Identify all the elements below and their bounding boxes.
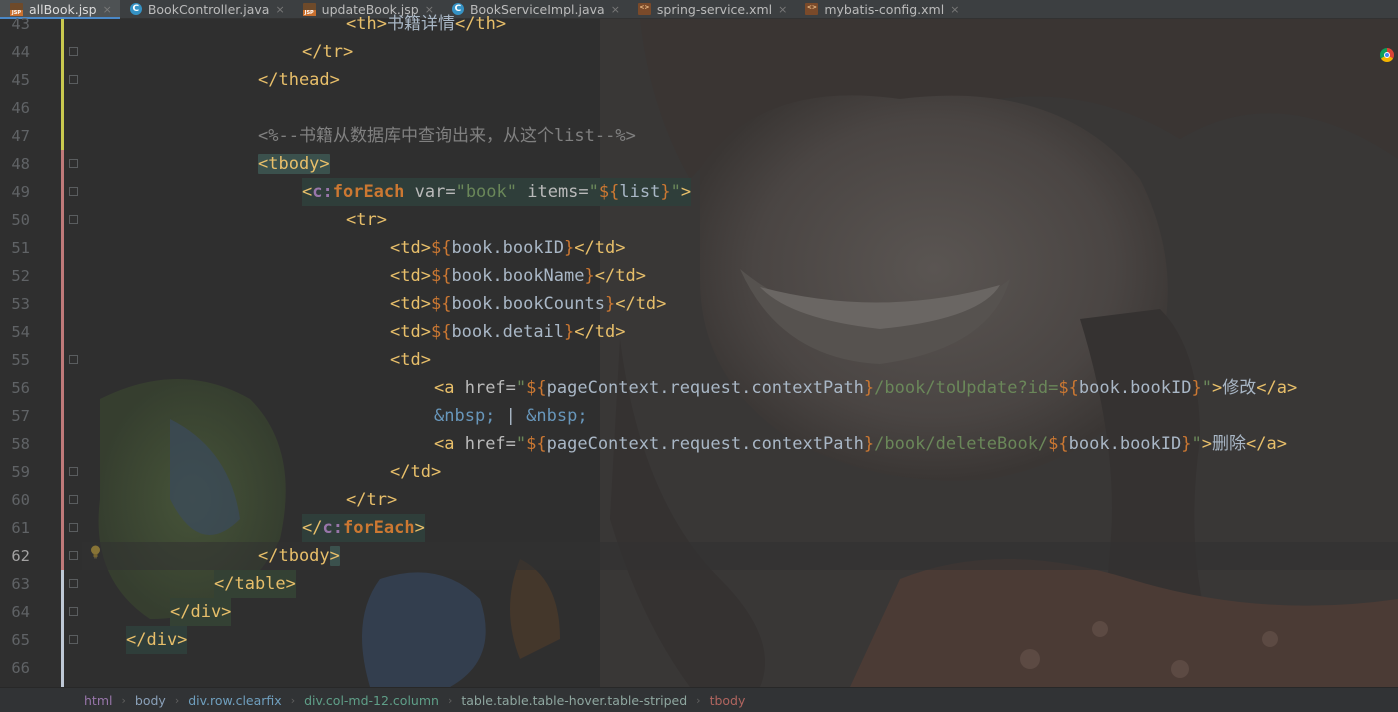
- xml-file-icon: [805, 3, 819, 15]
- close-tab-icon[interactable]: ×: [103, 3, 112, 16]
- code-editor[interactable]: <th>书籍详情</th> </tr> </thead> <%--书籍从数据库中…: [82, 14, 1398, 687]
- code-line-44: </tr>: [302, 42, 354, 62]
- xml-file-icon: [637, 3, 651, 15]
- code-line-57: &nbsp; | &nbsp;: [434, 406, 588, 426]
- java-class-icon: [129, 3, 142, 15]
- tab-mybatis-config-xml[interactable]: mybatis-config.xml ×: [795, 0, 967, 18]
- code-line-48: <tbody>: [258, 154, 330, 174]
- line-number: 58: [11, 435, 30, 453]
- chrome-browser-icon[interactable]: [1380, 48, 1394, 62]
- line-number: 44: [11, 43, 30, 61]
- line-number: 47: [11, 127, 30, 145]
- code-line-53: <td>${book.bookCounts}</td>: [390, 294, 667, 314]
- fold-marker-icon[interactable]: [69, 551, 78, 560]
- line-number: 59: [11, 463, 30, 481]
- breadcrumb-separator: ›: [447, 693, 453, 707]
- close-tab-icon[interactable]: ×: [275, 3, 284, 16]
- line-number: 43: [11, 15, 30, 33]
- line-number: 48: [11, 155, 30, 173]
- line-number: 66: [11, 659, 30, 677]
- fold-marker-icon[interactable]: [69, 495, 78, 504]
- close-tab-icon[interactable]: ×: [611, 3, 620, 16]
- code-line-60: </tr>: [346, 490, 398, 510]
- breadcrumb-item-tbody[interactable]: tbody: [710, 693, 746, 708]
- code-line-65: </div>: [126, 626, 188, 654]
- line-number: 52: [11, 267, 30, 285]
- code-line-45: </thead>: [258, 70, 340, 90]
- code-line-54: <td>${book.detail}</td>: [390, 322, 626, 342]
- code-line-56: <a href="${pageContext.request.contextPa…: [434, 378, 1298, 398]
- line-number: 55: [11, 351, 30, 369]
- line-number: 51: [11, 239, 30, 257]
- breadcrumb-separator: ›: [696, 693, 701, 707]
- code-line-59: </td>: [390, 462, 442, 482]
- fold-marker-icon[interactable]: [69, 467, 78, 476]
- line-number: 64: [11, 603, 30, 621]
- code-line-62: </tbody>: [258, 546, 340, 566]
- code-line-50: <tr>: [346, 210, 387, 230]
- fold-marker-icon[interactable]: [69, 47, 78, 56]
- fold-marker-icon[interactable]: [69, 579, 78, 588]
- line-number: 56: [11, 379, 30, 397]
- tab-label: BookController.java: [147, 1, 270, 17]
- breadcrumb: html › body › div.row.clearfix › div.col…: [0, 687, 1398, 712]
- line-number: 57: [11, 407, 30, 425]
- line-number: 60: [11, 491, 30, 509]
- line-number-current: 62: [11, 547, 30, 565]
- fold-marker-icon[interactable]: [69, 355, 78, 364]
- fold-marker-icon[interactable]: [69, 159, 78, 168]
- line-number: 61: [11, 519, 30, 537]
- code-line-64: </div>: [170, 598, 232, 626]
- vcs-change-marker[interactable]: [61, 570, 64, 687]
- line-number: 45: [11, 71, 30, 89]
- code-line-58: <a href="${pageContext.request.contextPa…: [434, 434, 1287, 454]
- close-tab-icon[interactable]: ×: [950, 3, 959, 16]
- code-line-52: <td>${book.bookName}</td>: [390, 266, 646, 286]
- fold-marker-icon[interactable]: [69, 607, 78, 616]
- line-number: 63: [11, 575, 30, 593]
- breadcrumb-item-div-row[interactable]: div.row.clearfix: [188, 693, 281, 708]
- line-number: 50: [11, 211, 30, 229]
- fold-marker-icon[interactable]: [69, 75, 78, 84]
- tab-label: spring-service.xml: [656, 1, 773, 17]
- breadcrumb-item-div-col[interactable]: div.col-md-12.column: [304, 693, 439, 708]
- line-number: 46: [11, 99, 30, 117]
- line-number: 54: [11, 323, 30, 341]
- code-line-49: <c:forEach var="book" items="${list}">: [302, 178, 692, 206]
- breadcrumb-item-body[interactable]: body: [135, 693, 166, 708]
- vcs-change-marker[interactable]: [61, 150, 64, 570]
- tab-label: allBook.jsp: [29, 1, 97, 17]
- line-number: 53: [11, 295, 30, 313]
- code-line-51: <td>${book.bookID}</td>: [390, 238, 626, 258]
- vcs-change-marker[interactable]: [61, 19, 64, 150]
- fold-marker-icon[interactable]: [69, 215, 78, 224]
- line-number: 49: [11, 183, 30, 201]
- code-line-63: </table>: [214, 570, 296, 598]
- tab-bookcontroller-java[interactable]: BookController.java ×: [120, 0, 293, 18]
- line-number: 65: [11, 631, 30, 649]
- code-line-55: <td>: [390, 350, 431, 370]
- breadcrumb-separator: ›: [174, 693, 180, 707]
- breadcrumb-item-html[interactable]: html: [84, 693, 112, 708]
- close-tab-icon[interactable]: ×: [778, 3, 787, 16]
- fold-marker-icon[interactable]: [69, 635, 78, 644]
- breadcrumb-item-table[interactable]: table.table.table-hover.table-striped: [461, 693, 687, 708]
- fold-marker-icon[interactable]: [69, 187, 78, 196]
- code-line-61: </c:forEach>: [302, 514, 425, 542]
- breadcrumb-separator: ›: [121, 693, 126, 707]
- code-line-47-comment: <%--书籍从数据库中查询出来，从这个list--%>: [258, 126, 636, 146]
- jsp-file-icon: [302, 3, 316, 16]
- fold-marker-icon[interactable]: [69, 523, 78, 532]
- tab-spring-service-xml[interactable]: spring-service.xml ×: [628, 0, 795, 18]
- editor-tab-bar: allBook.jsp × BookController.java × upda…: [0, 0, 1398, 19]
- tab-label: mybatis-config.xml: [824, 1, 945, 17]
- breadcrumb-separator: ›: [290, 693, 296, 707]
- code-line-43: <th>书籍详情</th>: [346, 14, 507, 34]
